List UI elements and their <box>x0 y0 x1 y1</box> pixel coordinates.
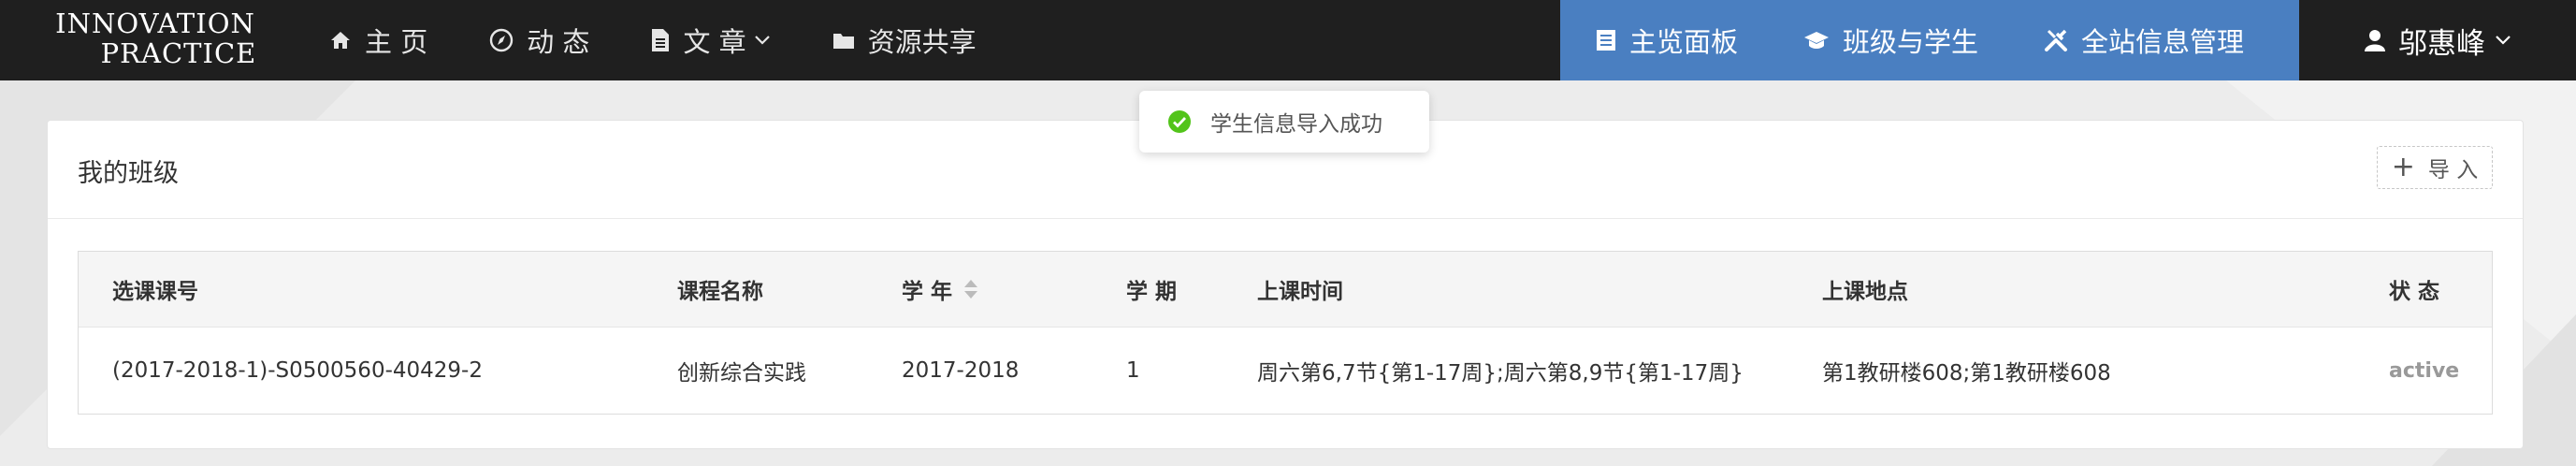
plus-icon: + <box>2391 151 2415 183</box>
nav-home-label: 主 页 <box>365 26 428 58</box>
table-cell-semester: 1 <box>1126 358 1140 383</box>
status-badge: active <box>2389 358 2460 383</box>
column-header: 学 期 <box>1126 280 1178 304</box>
admin-nav: 主览面板 班级与学生 全站信息管理 <box>1560 0 2299 80</box>
user-name: 邬惠峰 <box>2398 26 2485 61</box>
nav-home[interactable]: 主 页 <box>329 21 427 60</box>
classes-table: 选课课号 课程名称 学 年 学 期 上课时间 上课地点 状 态 (2017-20… <box>78 251 2493 415</box>
user-menu[interactable]: 邬惠峰 <box>2365 0 2511 80</box>
table-cell-status: active <box>2389 328 2459 414</box>
nav-resources[interactable]: 资源共享 <box>832 21 977 60</box>
graduation-cap-icon <box>1803 30 1830 51</box>
compass-icon <box>489 28 514 52</box>
check-circle-icon <box>1167 109 1192 134</box>
chevron-down-icon <box>754 35 771 46</box>
home-icon <box>329 29 352 51</box>
my-classes-card: 我的班级 + 导 入 选课课号 课程名称 学 年 学 期 上课时间 上课地点 状… <box>47 120 2524 449</box>
nav-dashboard-label: 主览面板 <box>1629 26 1739 58</box>
table-header: 选课课号 课程名称 学 年 学 期 上课时间 上课地点 状 态 <box>79 252 2492 328</box>
nav-classes-students[interactable]: 班级与学生 <box>1803 21 1978 60</box>
import-button[interactable]: + 导 入 <box>2377 146 2493 189</box>
column-header-sortable[interactable]: 学 年 <box>902 252 978 327</box>
nav-classes-students-label: 班级与学生 <box>1843 26 1979 58</box>
main-nav: 主 页 动 态 文 章 资源共享 <box>329 0 1038 80</box>
top-navbar: INNOVATION PRACTICE 主 页 动 态 文 章 资源共享 主览面… <box>0 0 2576 80</box>
logo-line-2: PRACTICE <box>100 37 257 69</box>
card-title: 我的班级 <box>78 159 179 188</box>
logo-line-1: INNOVATION <box>55 7 255 39</box>
chevron-down-icon <box>2495 35 2511 46</box>
success-toast: 学生信息导入成功 <box>1139 91 1429 153</box>
nav-articles-label: 文 章 <box>683 26 746 58</box>
list-icon <box>1596 29 1616 51</box>
column-header: 状 态 <box>2389 280 2440 304</box>
table-cell-course-name: 创新综合实践 <box>677 361 806 386</box>
table-cell-course-id: (2017-2018-1)-S0500560-40429-2 <box>112 358 483 383</box>
toast-message: 学生信息导入成功 <box>1210 112 1382 137</box>
table-cell-location: 第1教研楼608;第1教研楼608 <box>1822 361 2111 386</box>
import-label: 导 入 <box>2427 158 2479 182</box>
column-header: 上课地点 <box>1822 280 1908 304</box>
nav-dashboard[interactable]: 主览面板 <box>1596 21 1738 60</box>
column-header: 选课课号 <box>112 280 198 304</box>
column-header: 上课时间 <box>1257 280 1343 304</box>
column-header: 课程名称 <box>677 280 763 304</box>
nav-activity-label: 动 态 <box>527 26 590 58</box>
table-cell-year: 2017-2018 <box>902 358 1020 383</box>
nav-site-management[interactable]: 全站信息管理 <box>2044 21 2244 60</box>
column-header-label: 学 年 <box>902 280 953 304</box>
table-row[interactable]: (2017-2018-1)-S0500560-40429-2 创新综合实践 20… <box>79 328 2492 414</box>
site-logo[interactable]: INNOVATION PRACTICE <box>52 7 258 69</box>
nav-site-management-label: 全站信息管理 <box>2081 26 2245 58</box>
wrench-icon <box>2044 28 2068 52</box>
sort-icon[interactable] <box>963 279 978 299</box>
nav-articles[interactable]: 文 章 <box>651 21 770 60</box>
user-icon <box>2365 29 2385 51</box>
nav-resources-label: 资源共享 <box>867 26 977 58</box>
nav-activity[interactable]: 动 态 <box>489 21 589 60</box>
table-cell-time: 周六第6,7节{第1-17周};周六第8,9节{第1-17周} <box>1257 361 1744 386</box>
document-icon <box>651 28 670 52</box>
folder-icon <box>832 31 855 50</box>
